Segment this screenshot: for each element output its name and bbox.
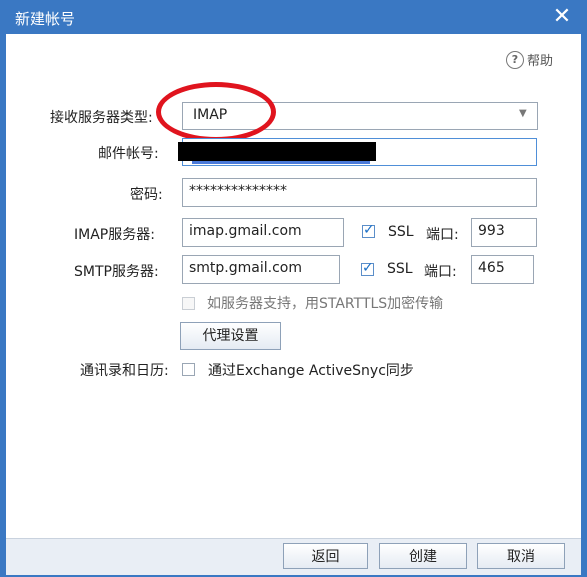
activesync-checkbox[interactable]	[182, 363, 195, 376]
imap-port-field[interactable]: 993	[471, 218, 537, 247]
create-button[interactable]: 创建	[379, 543, 467, 569]
smtp-ssl-checkbox[interactable]	[361, 260, 374, 276]
imap-port-value: 993	[478, 223, 505, 239]
help-label: 帮助	[526, 54, 553, 69]
imap-server-label: IMAP服务器:	[74, 227, 155, 243]
imap-ssl-checkbox[interactable]	[362, 222, 375, 238]
smtp-ssl-label: SSL	[387, 261, 413, 277]
server-type-label: 接收服务器类型:	[50, 110, 153, 126]
starttls-checkbox[interactable]	[182, 297, 195, 310]
server-type-value: IMAP	[193, 107, 228, 123]
close-icon: ✕	[552, 4, 572, 29]
chevron-down-icon: ▼	[519, 108, 527, 119]
smtp-server-field[interactable]: smtp.gmail.com	[182, 255, 340, 284]
dialog-title: 新建帐号	[15, 10, 76, 28]
email-label: 邮件帐号:	[98, 146, 159, 162]
help-link[interactable]: ? 帮助	[505, 50, 553, 69]
password-label: 密码:	[130, 187, 163, 203]
smtp-server-value: smtp.gmail.com	[189, 260, 302, 276]
imap-server-field[interactable]: imap.gmail.com	[182, 218, 344, 247]
password-value: **************	[189, 183, 287, 199]
back-button[interactable]: 返回	[283, 543, 368, 569]
proxy-settings-button[interactable]: 代理设置	[180, 322, 281, 350]
activesync-label: 通过Exchange ActiveSnyc同步	[208, 363, 414, 379]
server-type-select[interactable]: IMAP ▼	[182, 102, 538, 130]
imap-ssl-label: SSL	[388, 224, 414, 240]
new-account-dialog: 新建帐号 ✕ ? 帮助 接收服务器类型: IMAP ▼ 邮件帐号: 密码: **…	[0, 0, 587, 577]
smtp-port-value: 465	[478, 260, 505, 276]
close-button[interactable]: ✕	[551, 5, 573, 29]
smtp-port-field[interactable]: 465	[471, 255, 534, 284]
sync-label: 通讯录和日历:	[80, 363, 169, 379]
smtp-server-label: SMTP服务器:	[74, 264, 159, 280]
dialog-content: ? 帮助 接收服务器类型: IMAP ▼ 邮件帐号: 密码: *********…	[6, 34, 581, 538]
redaction-underline	[192, 161, 370, 164]
dialog-footer: 返回 创建 取消	[6, 538, 581, 575]
help-circle-icon: ?	[505, 50, 524, 69]
title-bar: 新建帐号 ✕	[0, 0, 587, 34]
smtp-port-label: 端口:	[424, 264, 457, 280]
imap-server-value: imap.gmail.com	[189, 223, 302, 239]
starttls-label: 如服务器支持，用STARTTLS加密传输	[207, 296, 444, 312]
password-field[interactable]: **************	[182, 178, 537, 207]
imap-port-label: 端口:	[426, 227, 459, 243]
redacted-email	[178, 142, 376, 161]
cancel-button[interactable]: 取消	[477, 543, 565, 569]
